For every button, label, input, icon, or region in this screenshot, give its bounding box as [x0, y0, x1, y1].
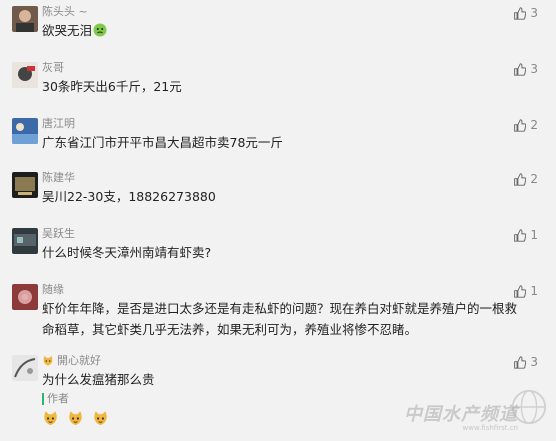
cat-face-icon [43, 355, 53, 366]
comment-text-line: 命稻草，其它虾类几乎无法养，如果无利可为，养殖业将惨不忍睹。 [42, 322, 418, 337]
like-button[interactable]: 1 [513, 228, 538, 242]
thumbs-up-icon [514, 172, 527, 186]
thumbs-up-icon [514, 228, 527, 242]
thumbs-up-icon [514, 118, 527, 132]
comment-text: 广东省江门市开平市昌大昌超市卖78元一斤 [42, 135, 283, 150]
like-button[interactable]: 3 [513, 62, 538, 76]
comment-text: 30条昨天出6千斤，21元 [42, 79, 182, 94]
thumbs-up-icon [514, 355, 527, 369]
avatar[interactable] [12, 62, 38, 88]
like-button[interactable]: 3 [513, 6, 538, 20]
comment-text: 欲哭无泪 [42, 20, 527, 41]
cat-face-icon [44, 411, 57, 426]
comment-text: 什么时候冬天漳州南靖有虾卖? [42, 245, 212, 260]
commenter-name[interactable]: 陈头头 ~ [42, 5, 88, 19]
sick-face-icon [93, 23, 107, 37]
commenter-name[interactable]: 開心就好 [42, 354, 101, 368]
commenter-name[interactable]: 随缘 [42, 283, 64, 297]
thumbs-up-icon [514, 284, 527, 298]
cat-face-icon [94, 411, 107, 426]
like-button[interactable]: 1 [513, 284, 538, 298]
commenter-name[interactable]: 灰哥 [42, 61, 64, 75]
thumbs-up-icon [514, 62, 527, 76]
commenter-name[interactable]: 陈建华 [42, 171, 75, 185]
globe-icon [511, 389, 547, 425]
like-count: 2 [530, 118, 538, 132]
avatar[interactable] [12, 228, 38, 254]
like-count: 2 [530, 172, 538, 186]
comment-text-line: 虾价年年降，是否是进口太多还是有走私虾的问题？现在养白对虾就是养殖户的一根救 [42, 301, 518, 316]
comment-text: 虾价年年降，是否是进口太多还是有走私虾的问题？现在养白对虾就是养殖户的一根救 命… [42, 298, 527, 340]
comment-text: 为什么发瘟猪那么贵 [42, 372, 155, 387]
avatar[interactable] [12, 6, 38, 32]
watermark: 中国水产频道 [404, 404, 518, 425]
like-button[interactable]: 2 [513, 118, 538, 132]
avatar[interactable] [12, 284, 38, 310]
like-count: 3 [530, 6, 538, 20]
avatar[interactable] [12, 355, 38, 381]
commenter-name[interactable]: 唐江明 [42, 117, 75, 131]
commenter-name[interactable]: 吴跃生 [42, 227, 75, 241]
thumbs-up-icon [514, 6, 527, 20]
comment-text-content: 欲哭无泪 [42, 23, 93, 38]
like-button[interactable]: 3 [513, 355, 538, 369]
like-count: 1 [530, 284, 538, 298]
like-count: 1 [530, 228, 538, 242]
like-count: 3 [530, 62, 538, 76]
author-reply-label: 作者 [42, 393, 69, 405]
avatar[interactable] [12, 118, 38, 144]
cat-face-icon [69, 411, 82, 426]
comment-text: 吴川22-30支，18826273880 [42, 189, 216, 204]
commenter-name-text: 開心就好 [57, 354, 101, 367]
author-reply-emojis [42, 410, 109, 427]
like-button[interactable]: 2 [513, 172, 538, 186]
like-count: 3 [530, 355, 538, 369]
avatar[interactable] [12, 172, 38, 198]
